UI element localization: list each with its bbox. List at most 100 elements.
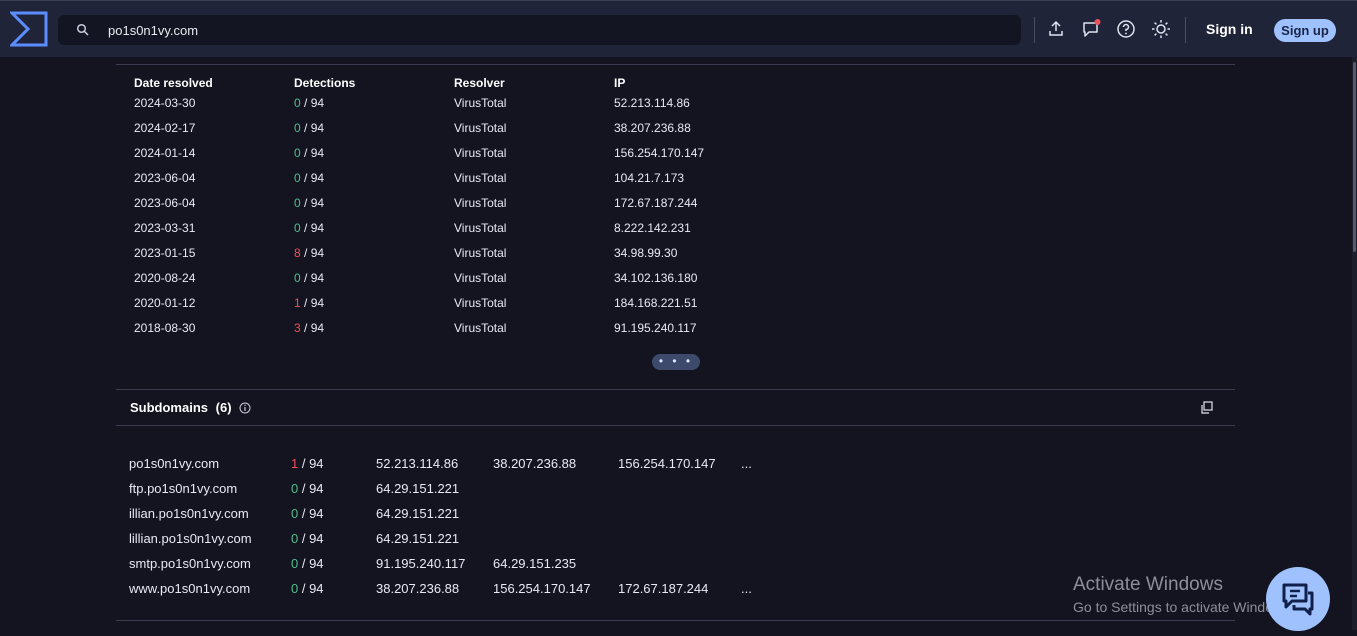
subdomain-link[interactable]: illian.po1s0n1vy.com bbox=[129, 506, 249, 521]
ip-address-link[interactable]: 64.29.151.221 bbox=[376, 506, 459, 521]
resolver-name: VirusTotal bbox=[454, 296, 507, 310]
detections-cell: 8 / 94 bbox=[294, 246, 324, 260]
ip-address-link[interactable]: 156.254.170.147 bbox=[614, 146, 704, 160]
ip-address-link[interactable]: 184.168.221.51 bbox=[614, 296, 697, 310]
sign-in-button[interactable]: Sign in bbox=[1206, 21, 1253, 37]
feedback-chat-icon[interactable] bbox=[1081, 19, 1101, 39]
column-header-ip: IP bbox=[614, 76, 626, 90]
ip-address-link[interactable]: 52.213.114.86 bbox=[376, 456, 458, 471]
theme-toggle-sun-icon[interactable] bbox=[1151, 19, 1171, 39]
divider bbox=[116, 389, 1235, 390]
detections-cell: 1 / 94 bbox=[294, 296, 324, 310]
resolution-date: 2020-08-24 bbox=[134, 271, 196, 285]
resolution-date: 2024-03-30 bbox=[134, 96, 196, 110]
resolver-name: VirusTotal bbox=[454, 246, 507, 260]
resolution-date: 2024-01-14 bbox=[134, 146, 196, 160]
ip-address-link[interactable]: 172.67.187.244 bbox=[618, 581, 708, 596]
ip-address-link[interactable]: 156.254.170.147 bbox=[493, 581, 591, 596]
detections-cell: 0 / 94 bbox=[291, 581, 324, 596]
detections-cell: 0 / 94 bbox=[291, 556, 324, 571]
column-header-resolver: Resolver bbox=[454, 76, 505, 90]
subdomain-link[interactable]: www.po1s0n1vy.com bbox=[129, 581, 250, 596]
subdomains-title: Subdomains bbox=[130, 400, 209, 415]
divider bbox=[116, 64, 1235, 65]
detection-total: / 94 bbox=[300, 121, 325, 135]
search-input[interactable] bbox=[108, 15, 988, 45]
detection-count: 0 bbox=[294, 221, 301, 235]
ip-address-link[interactable]: 34.102.136.180 bbox=[614, 271, 697, 285]
detection-total: / 94 bbox=[298, 581, 324, 596]
resolver-name: VirusTotal bbox=[454, 121, 507, 135]
detections-cell: 0 / 94 bbox=[294, 271, 324, 285]
ip-address-link[interactable]: 8.222.142.231 bbox=[614, 221, 691, 235]
subdomains-count: (6) bbox=[215, 400, 232, 415]
ip-address-link[interactable]: 91.195.240.117 bbox=[376, 556, 465, 571]
show-more-button[interactable]: • • • bbox=[652, 354, 700, 370]
top-navigation-bar: Sign in Sign up bbox=[0, 0, 1357, 57]
copy-icon[interactable] bbox=[1200, 401, 1213, 414]
info-icon[interactable] bbox=[239, 402, 251, 414]
detection-total: / 94 bbox=[298, 531, 324, 546]
more-ips-indicator[interactable]: ... bbox=[741, 581, 752, 596]
divider bbox=[1034, 17, 1035, 43]
detection-count: 8 bbox=[294, 246, 301, 260]
subdomain-link[interactable]: po1s0n1vy.com bbox=[129, 456, 219, 471]
ip-address-link[interactable]: 91.195.240.117 bbox=[614, 321, 697, 335]
sign-up-button[interactable]: Sign up bbox=[1274, 19, 1336, 42]
upload-icon[interactable] bbox=[1046, 19, 1066, 39]
detection-count: 1 bbox=[294, 296, 301, 310]
resolution-date: 2018-08-30 bbox=[134, 321, 196, 335]
subdomain-link[interactable]: lillian.po1s0n1vy.com bbox=[129, 531, 252, 546]
search-icon bbox=[76, 23, 89, 36]
ip-address-link[interactable]: 38.207.236.88 bbox=[376, 581, 459, 596]
more-ips-indicator[interactable]: ... bbox=[741, 456, 752, 471]
divider bbox=[1185, 17, 1186, 43]
virustotal-logo-icon[interactable] bbox=[10, 11, 48, 47]
detection-count: 3 bbox=[294, 321, 301, 335]
detections-cell: 0 / 94 bbox=[294, 146, 324, 160]
detection-total: / 94 bbox=[298, 456, 324, 471]
ip-address-link[interactable]: 156.254.170.147 bbox=[618, 456, 716, 471]
resolver-name: VirusTotal bbox=[454, 321, 507, 335]
ip-address-link[interactable]: 52.213.114.86 bbox=[614, 96, 690, 110]
ip-address-link[interactable]: 172.67.187.244 bbox=[614, 196, 697, 210]
detections-cell: 3 / 94 bbox=[294, 321, 324, 335]
resolver-name: VirusTotal bbox=[454, 196, 507, 210]
detections-cell: 0 / 94 bbox=[291, 506, 324, 521]
detection-total: / 94 bbox=[298, 481, 324, 496]
subdomain-link[interactable]: ftp.po1s0n1vy.com bbox=[129, 481, 237, 496]
resolution-date: 2023-06-04 bbox=[134, 171, 196, 185]
resolver-name: VirusTotal bbox=[454, 146, 507, 160]
detection-total: / 94 bbox=[300, 146, 325, 160]
column-header-date-resolved: Date resolved bbox=[134, 76, 213, 90]
detections-cell: 1 / 94 bbox=[291, 456, 324, 471]
detection-total: / 94 bbox=[298, 556, 324, 571]
subdomain-link[interactable]: smtp.po1s0n1vy.com bbox=[129, 556, 251, 571]
detection-count: 0 bbox=[294, 271, 301, 285]
divider bbox=[116, 620, 1235, 621]
ip-address-link[interactable]: 38.207.236.88 bbox=[493, 456, 576, 471]
detection-count: 0 bbox=[294, 96, 301, 110]
resolver-name: VirusTotal bbox=[454, 96, 507, 110]
ip-address-link[interactable]: 34.98.99.30 bbox=[614, 246, 677, 260]
ip-address-link[interactable]: 104.21.7.173 bbox=[614, 171, 684, 185]
ip-address-link[interactable]: 64.29.151.221 bbox=[376, 531, 459, 546]
resolver-name: VirusTotal bbox=[454, 221, 507, 235]
ip-address-link[interactable]: 64.29.151.221 bbox=[376, 481, 459, 496]
resolution-date: 2023-03-31 bbox=[134, 221, 196, 235]
resolution-date: 2023-01-15 bbox=[134, 246, 196, 260]
detections-cell: 0 / 94 bbox=[291, 481, 324, 496]
scrollbar-thumb[interactable] bbox=[1353, 62, 1356, 252]
detection-total: / 94 bbox=[300, 96, 325, 110]
detection-count: 0 bbox=[294, 171, 301, 185]
resolver-name: VirusTotal bbox=[454, 271, 507, 285]
detections-cell: 0 / 94 bbox=[294, 221, 324, 235]
ip-address-link[interactable]: 64.29.151.235 bbox=[493, 556, 576, 571]
ip-address-link[interactable]: 38.207.236.88 bbox=[614, 121, 691, 135]
help-icon[interactable] bbox=[1116, 19, 1136, 39]
chat-support-button[interactable] bbox=[1266, 567, 1330, 631]
detection-total: / 94 bbox=[300, 296, 325, 310]
subdomains-heading: Subdomains (6) bbox=[130, 400, 232, 415]
resolution-date: 2020-01-12 bbox=[134, 296, 196, 310]
detection-count: 0 bbox=[294, 146, 301, 160]
